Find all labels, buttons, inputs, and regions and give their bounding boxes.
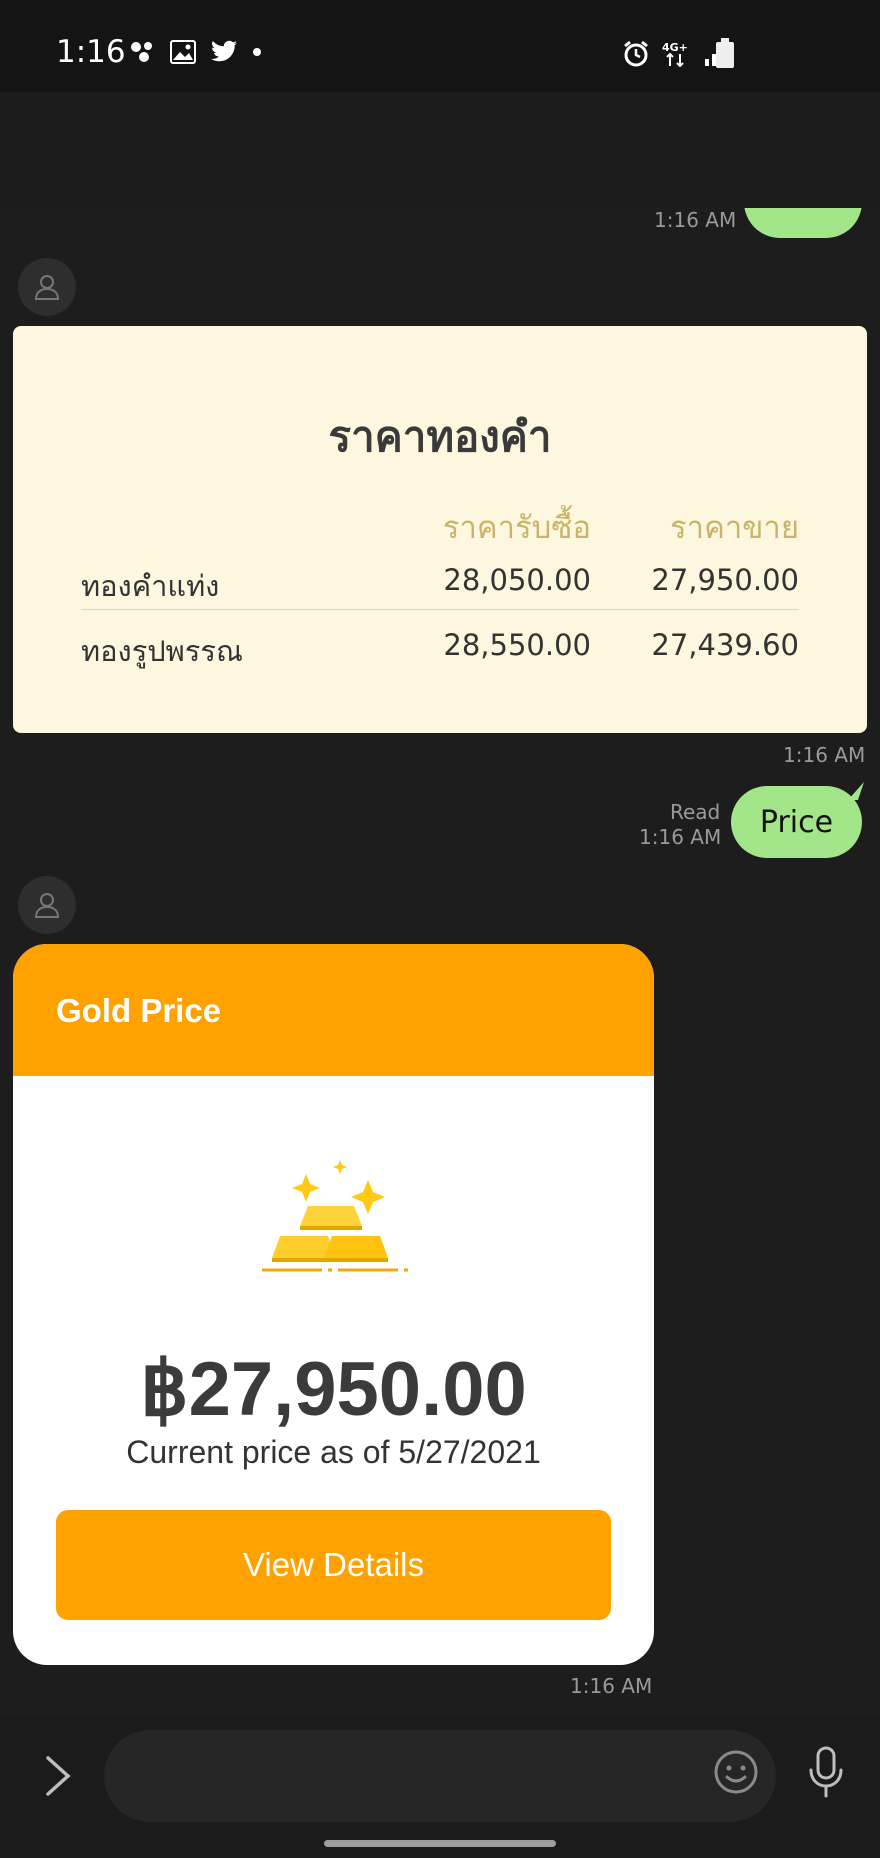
current-gold-price: ฿27,950.00 — [140, 1347, 527, 1432]
back-button[interactable] — [38, 122, 82, 178]
row-buy-price: 28,550.00 — [443, 628, 591, 662]
bubble-tail — [848, 782, 864, 800]
notes-icon[interactable] — [716, 126, 762, 172]
card-title: ราคาทองคำ — [328, 412, 552, 461]
row-name: ทองคำแท่ง — [81, 569, 220, 603]
card-header-title: Gold Price — [56, 992, 222, 1029]
battery-icon — [716, 38, 734, 68]
user-message-bubble[interactable]: Price — [731, 786, 862, 858]
avatar[interactable] — [18, 876, 76, 934]
read-receipt: Read — [670, 800, 721, 824]
gold-price-flex-card[interactable]: Gold Price ฿27,950.00 Current price as o… — [13, 944, 654, 1665]
network-4g-icon: 4G+ — [662, 41, 688, 68]
message-time: 1:16 AM — [570, 1674, 653, 1698]
status-bar: 1:16 4G+ — [0, 0, 880, 92]
gold-price-table-card[interactable]: ราคาทองคำ ราคารับซื้อ ราคาขาย ทองคำแท่ง … — [13, 326, 867, 733]
person-icon — [34, 893, 60, 918]
message-text: Price — [759, 804, 834, 840]
search-icon[interactable] — [636, 126, 682, 172]
row-sell-price: 27,439.60 — [651, 628, 799, 662]
microphone-button[interactable] — [806, 1744, 846, 1800]
row-sell-price: 27,950.00 — [651, 563, 799, 597]
more-notifications-dot-icon — [253, 48, 261, 56]
card-header: Gold Price — [13, 944, 654, 1076]
twitter-icon — [211, 40, 237, 62]
alarm-icon — [624, 40, 648, 67]
system-icons: 4G+ — [622, 40, 730, 68]
gold-bars-icon — [262, 1160, 408, 1272]
buy-price-column-header: ราคารับซื้อ — [442, 510, 591, 546]
user-message-bubble[interactable]: Gold — [744, 162, 862, 238]
emoji-button[interactable] — [712, 1748, 760, 1796]
message-input-bar — [0, 1716, 880, 1858]
person-icon — [34, 275, 60, 300]
message-time: 1:16 AM — [783, 743, 866, 767]
status-time: 1:16 — [56, 34, 126, 70]
price-date-subtitle: Current price as of 5/27/2021 — [126, 1434, 541, 1470]
expand-menu-button[interactable] — [38, 1748, 78, 1804]
gallery-icon — [170, 40, 196, 64]
row-buy-price: 28,050.00 — [443, 563, 591, 597]
avatar[interactable] — [18, 258, 76, 316]
chat-title: Gold Reporter — [146, 126, 382, 165]
home-indicator[interactable] — [324, 1840, 556, 1847]
app-notification-icon — [131, 42, 152, 62]
svg-text:4G+: 4G+ — [662, 41, 688, 54]
message-time: 1:16 AM — [639, 825, 722, 849]
official-account-shield-icon — [100, 130, 130, 167]
message-text: Gold — [768, 162, 838, 197]
notification-icons — [130, 40, 262, 64]
message-time: 1:16 AM — [654, 208, 737, 232]
sell-price-column-header: ราคาขาย — [670, 510, 799, 546]
view-details-button[interactable]: View Details — [56, 1510, 611, 1620]
message-input[interactable] — [104, 1730, 776, 1822]
row-name: ทองรูปพรรณ — [81, 634, 243, 668]
row-divider — [81, 609, 799, 610]
